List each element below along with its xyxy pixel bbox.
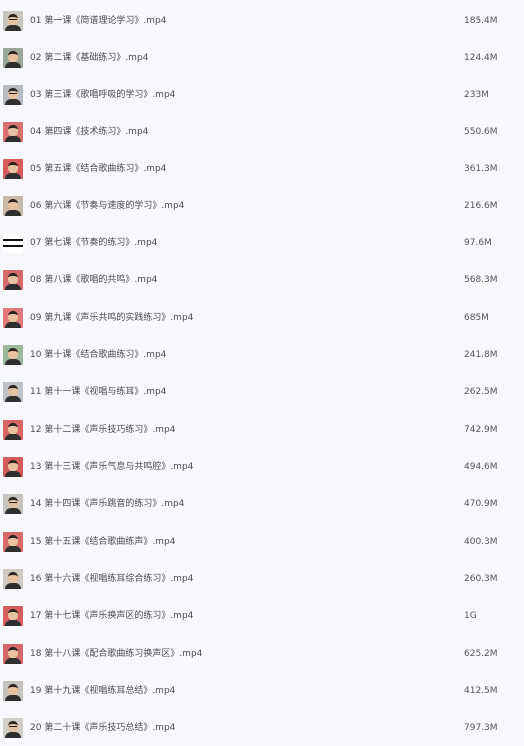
file-name: 06 第六课《节奏与速度的学习》.mp4: [30, 201, 185, 211]
file-row[interactable]: 05 第五课《结合歌曲练习》.mp4 361.3M: [0, 150, 524, 187]
file-name: 20 第二十课《声乐技巧总结》.mp4: [30, 723, 176, 733]
file-size: 550.6M: [464, 127, 498, 137]
video-thumbnail-icon: [3, 233, 23, 253]
file-name: 11 第十一课《视唱与练耳》.mp4: [30, 387, 167, 397]
file-size: 470.9M: [464, 499, 498, 509]
file-size: 742.9M: [464, 425, 498, 435]
video-thumbnail-icon: [3, 681, 23, 701]
file-row[interactable]: 03 第三课《歌唱呼吸的学习》.mp4 233M: [0, 76, 524, 113]
file-name: 08 第八课《歌唱的共鸣》.mp4: [30, 275, 158, 285]
file-size: 216.6M: [464, 201, 498, 211]
file-size: 1G: [464, 611, 477, 621]
file-name: 16 第十六课《视唱练耳综合练习》.mp4: [30, 574, 194, 584]
file-name: 19 第十九课《视唱练耳总结》.mp4: [30, 686, 176, 696]
file-name: 01 第一课《简谱理论学习》.mp4: [30, 16, 167, 26]
file-row[interactable]: 09 第九课《声乐共鸣的实践练习》.mp4 685M: [0, 299, 524, 336]
file-name: 15 第十五课《结合歌曲练声》.mp4: [30, 537, 176, 547]
file-size: 361.3M: [464, 164, 498, 174]
file-row[interactable]: 07 第七课《节奏的练习》.mp4 97.6M: [0, 224, 524, 261]
file-row[interactable]: 18 第十八课《配合歌曲练习换声区》.mp4 625.2M: [0, 635, 524, 672]
file-row[interactable]: 13 第十三课《声乐气息与共鸣腔》.mp4 494.6M: [0, 448, 524, 485]
file-name: 07 第七课《节奏的练习》.mp4: [30, 238, 158, 248]
video-thumbnail-icon: [3, 308, 23, 328]
file-size: 124.4M: [464, 53, 498, 63]
file-name: 05 第五课《结合歌曲练习》.mp4: [30, 164, 167, 174]
video-thumbnail-icon: [3, 644, 23, 664]
video-thumbnail-icon: [3, 606, 23, 626]
video-thumbnail-icon: [3, 569, 23, 589]
file-name: 12 第十二课《声乐技巧练习》.mp4: [30, 425, 176, 435]
video-thumbnail-icon: [3, 532, 23, 552]
file-name: 18 第十八课《配合歌曲练习换声区》.mp4: [30, 649, 203, 659]
file-size: 797.3M: [464, 723, 498, 733]
video-thumbnail-icon: [3, 122, 23, 142]
file-name: 10 第十课《结合歌曲练习》.mp4: [30, 350, 167, 360]
file-row[interactable]: 17 第十七课《声乐换声区的练习》.mp4 1G: [0, 597, 524, 634]
file-size: 262.5M: [464, 387, 498, 397]
video-thumbnail-icon: [3, 48, 23, 68]
file-name: 14 第十四课《声乐跳音的练习》.mp4: [30, 499, 185, 509]
file-name: 04 第四课《技术练习》.mp4: [30, 127, 149, 137]
file-row[interactable]: 02 第二课《基础练习》.mp4 124.4M: [0, 39, 524, 76]
file-row[interactable]: 15 第十五课《结合歌曲练声》.mp4 400.3M: [0, 523, 524, 560]
video-thumbnail-icon: [3, 196, 23, 216]
file-row[interactable]: 12 第十二课《声乐技巧练习》.mp4 742.9M: [0, 411, 524, 448]
file-row[interactable]: 08 第八课《歌唱的共鸣》.mp4 568.3M: [0, 261, 524, 298]
file-name: 13 第十三课《声乐气息与共鸣腔》.mp4: [30, 462, 194, 472]
video-thumbnail-icon: [3, 11, 23, 31]
video-thumbnail-icon: [3, 382, 23, 402]
file-size: 685M: [464, 313, 489, 323]
file-row[interactable]: 04 第四课《技术练习》.mp4 550.6M: [0, 113, 524, 150]
video-thumbnail-icon: [3, 718, 23, 738]
file-size: 185.4M: [464, 16, 498, 26]
file-name: 09 第九课《声乐共鸣的实践练习》.mp4: [30, 313, 194, 323]
file-size: 568.3M: [464, 275, 498, 285]
file-size: 400.3M: [464, 537, 498, 547]
file-size: 625.2M: [464, 649, 498, 659]
video-thumbnail-icon: [3, 270, 23, 290]
file-row[interactable]: 01 第一课《简谱理论学习》.mp4 185.4M: [0, 2, 524, 39]
file-size: 494.6M: [464, 462, 498, 472]
video-thumbnail-icon: [3, 457, 23, 477]
file-row[interactable]: 06 第六课《节奏与速度的学习》.mp4 216.6M: [0, 187, 524, 224]
file-name: 17 第十七课《声乐换声区的练习》.mp4: [30, 611, 194, 621]
file-size: 97.6M: [464, 238, 492, 248]
file-size: 241.8M: [464, 350, 498, 360]
file-row[interactable]: 10 第十课《结合歌曲练习》.mp4 241.8M: [0, 336, 524, 373]
file-row[interactable]: 14 第十四课《声乐跳音的练习》.mp4 470.9M: [0, 485, 524, 522]
file-row[interactable]: 20 第二十课《声乐技巧总结》.mp4 797.3M: [0, 709, 524, 746]
video-thumbnail-icon: [3, 420, 23, 440]
file-size: 233M: [464, 90, 489, 100]
file-size: 412.5M: [464, 686, 498, 696]
file-row[interactable]: 19 第十九课《视唱练耳总结》.mp4 412.5M: [0, 672, 524, 709]
video-thumbnail-icon: [3, 159, 23, 179]
file-name: 03 第三课《歌唱呼吸的学习》.mp4: [30, 90, 176, 100]
video-thumbnail-icon: [3, 345, 23, 365]
video-thumbnail-icon: [3, 494, 23, 514]
video-thumbnail-icon: [3, 85, 23, 105]
file-row[interactable]: 11 第十一课《视唱与练耳》.mp4 262.5M: [0, 373, 524, 410]
file-row[interactable]: 16 第十六课《视唱练耳综合练习》.mp4 260.3M: [0, 560, 524, 597]
file-name: 02 第二课《基础练习》.mp4: [30, 53, 149, 63]
file-size: 260.3M: [464, 574, 498, 584]
